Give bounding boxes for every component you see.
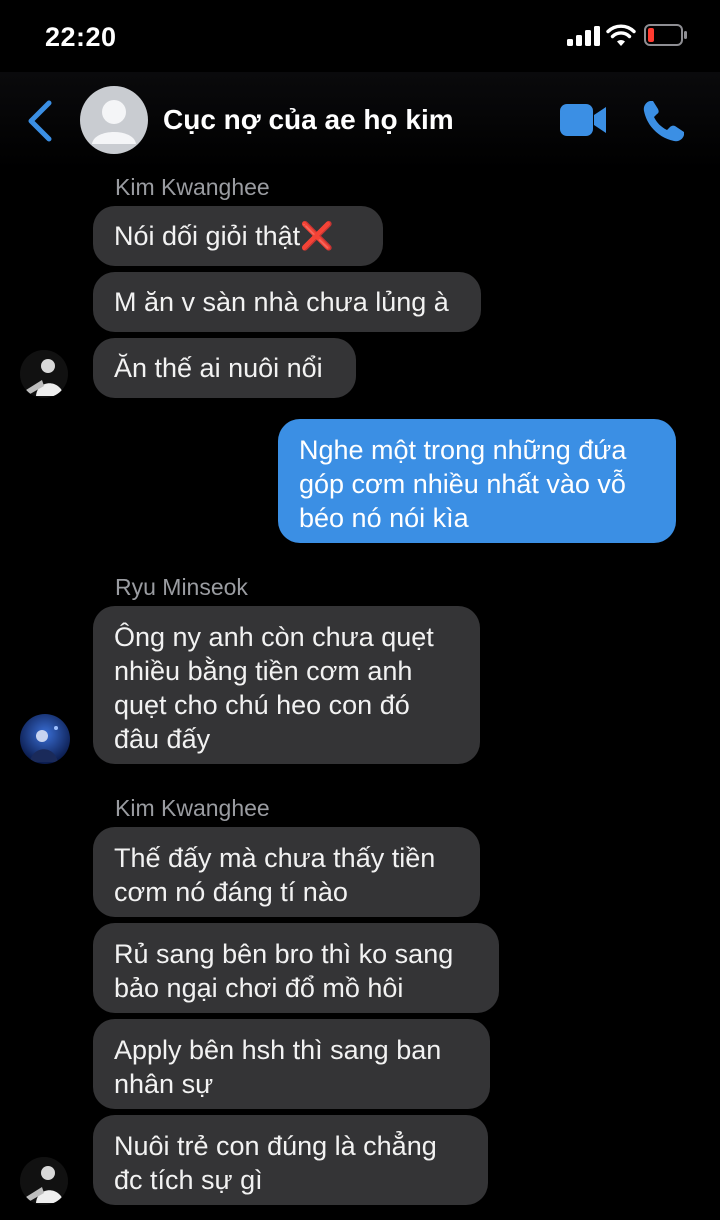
message-text-line: Rủ sang bên bro thì ko sang — [114, 939, 454, 969]
message-bubble-outgoing[interactable]: Nghe một trong những đứa góp cơm nhiều n… — [278, 419, 676, 543]
chat-header: Cục nợ của ae họ kim — [0, 72, 720, 170]
message-text-line: Nghe một trong những đứa — [299, 435, 627, 465]
battery-low-icon — [644, 24, 687, 46]
message-text-line: góp cơm nhiều nhất vào vỗ — [299, 469, 626, 499]
message-text-line: nhân sự — [114, 1069, 214, 1099]
message-text: Ăn thế ai nuôi nổi — [114, 353, 323, 383]
message-bubble-incoming[interactable]: Rủ sang bên bro thì ko sang bảo ngại chơ… — [93, 923, 499, 1013]
message-bubble-incoming[interactable]: Nuôi trẻ con đúng là chẳng đc tích sự gì — [93, 1115, 488, 1205]
message-text: M ăn v sàn nhà chưa lủng à — [114, 287, 449, 317]
message-text-line: Apply bên hsh thì sang ban — [114, 1035, 442, 1065]
back-chevron-icon[interactable] — [26, 100, 54, 142]
message-bubble-incoming[interactable]: Thế đấy mà chưa thấy tiền cơm nó đáng tí… — [93, 827, 480, 917]
message-text-line: đc tích sự gì — [114, 1165, 263, 1195]
sender-avatar[interactable] — [20, 714, 70, 764]
default-person-icon — [92, 100, 136, 144]
message-text: Nói dối giỏi thật — [114, 221, 301, 251]
message-text-line: bảo ngại chơi đổ mồ hôi — [114, 973, 404, 1003]
group-avatar[interactable] — [80, 86, 148, 154]
status-bar: 22:20 — [0, 0, 720, 72]
sender-avatar[interactable] — [20, 350, 68, 398]
profile-photo-icon — [20, 350, 68, 398]
sender-name: Ryu Minseok — [115, 574, 248, 600]
wifi-icon — [606, 24, 636, 46]
message-text-line: đâu đấy — [114, 724, 211, 754]
message-bubble-incoming[interactable]: Apply bên hsh thì sang ban nhân sự — [93, 1019, 490, 1109]
message-text-line: Ông ny anh còn chưa quẹt — [114, 622, 434, 652]
profile-photo-icon — [20, 1157, 68, 1205]
sender-name: Kim Kwanghee — [115, 174, 270, 200]
profile-photo-icon — [20, 714, 70, 764]
video-call-icon[interactable] — [558, 100, 608, 140]
cross-mark-emoji: ❌ — [300, 221, 334, 251]
sender-avatar[interactable] — [20, 1157, 68, 1205]
sender-name: Kim Kwanghee — [115, 795, 270, 821]
phone-call-icon[interactable] — [641, 98, 687, 144]
chat-title[interactable]: Cục nợ của ae họ kim — [163, 104, 454, 136]
message-bubble-incoming[interactable]: Ăn thế ai nuôi nổi — [93, 338, 356, 398]
message-text-line: béo nó nói kìa — [299, 503, 469, 533]
message-text-line: nhiều bằng tiền cơm anh — [114, 656, 413, 686]
message-bubble-incoming[interactable]: Ông ny anh còn chưa quẹt nhiều bằng tiền… — [93, 606, 480, 764]
message-bubble-incoming[interactable]: M ăn v sàn nhà chưa lủng à — [93, 272, 481, 332]
message-text-line: Nuôi trẻ con đúng là chẳng — [114, 1131, 437, 1161]
message-text-line: Thế đấy mà chưa thấy tiền — [114, 843, 436, 873]
message-text-line: cơm nó đáng tí nào — [114, 877, 348, 907]
message-text-line: quẹt cho chú heo con đó — [114, 690, 410, 720]
cellular-signal-icon — [567, 26, 600, 46]
message-bubble-incoming[interactable]: Nói dối giỏi thật❌ — [93, 206, 383, 266]
status-time: 22:20 — [45, 22, 117, 52]
